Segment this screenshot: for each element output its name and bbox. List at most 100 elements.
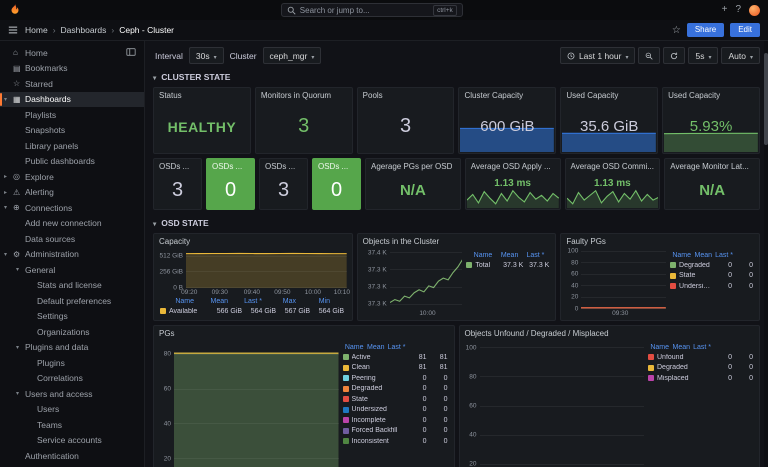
legend-header[interactable]: Mean [691, 252, 712, 259]
sidebar-item[interactable]: Teams [0, 417, 144, 433]
interval-dropdown[interactable]: 30s [189, 47, 224, 64]
legend-row[interactable]: Unfound 0 0 [648, 352, 753, 363]
legend-header[interactable]: Name [343, 344, 364, 351]
panel-title[interactable]: Agerage PGs per OSD [366, 159, 460, 171]
sidebar-item[interactable]: ▾ ⚙ Administration [0, 247, 144, 263]
search-input[interactable]: Search or jump to... ctrl+k [281, 3, 463, 17]
panel-title[interactable]: Average OSD Apply ... [466, 159, 560, 171]
legend-row[interactable]: Active 81 81 [343, 352, 448, 363]
legend-header[interactable]: Last * [712, 252, 733, 259]
panel-title[interactable]: Objects Unfound / Degraded / Misplaced [460, 326, 760, 338]
legend-row[interactable]: Forced Backfill 0 0 [343, 426, 448, 437]
legend-header[interactable]: Name [648, 344, 669, 351]
panel-title[interactable]: OSDs ... [313, 159, 360, 171]
sidebar-item[interactable]: Organizations [0, 324, 144, 340]
sidebar-item[interactable]: ☆ Starred [0, 76, 144, 92]
panel-title[interactable]: OSDs ... [260, 159, 307, 171]
legend-row[interactable]: Inconsistent 0 0 [343, 436, 448, 447]
panel-title[interactable]: Objects in the Cluster [358, 234, 556, 246]
panel-title[interactable]: Faulty PGs [561, 234, 759, 246]
legend-header[interactable]: Name [466, 252, 492, 259]
legend-header[interactable]: Max [262, 298, 296, 305]
legend-header[interactable]: Last * [690, 344, 711, 351]
scrollbar[interactable] [764, 41, 768, 467]
sidebar-item[interactable]: ▾ ▦ Dashboards [0, 92, 144, 108]
sidebar-item[interactable]: ▸ ⚠ Alerting [0, 185, 144, 201]
panel-title[interactable]: OSDs ... [154, 159, 201, 171]
breadcrumb-home[interactable]: Home [25, 25, 48, 35]
sidebar-item[interactable]: Correlations [0, 371, 144, 387]
panel-title[interactable]: Used Capacity [561, 88, 657, 100]
zoom-out-button[interactable] [638, 47, 660, 64]
dock-sidebar-icon[interactable] [126, 47, 136, 57]
refresh-button[interactable] [663, 47, 685, 64]
legend-header[interactable]: Mean [194, 298, 228, 305]
legend-header[interactable]: Last * [385, 344, 406, 351]
legend-header[interactable]: Mean [492, 252, 518, 259]
legend-row[interactable]: Undersized 0 0 [343, 405, 448, 416]
avatar[interactable] [749, 5, 760, 16]
panel-title[interactable]: Monitors in Quorum [256, 88, 352, 100]
legend-header[interactable]: Mean [669, 344, 690, 351]
plot-area[interactable] [174, 341, 339, 467]
sidebar-item[interactable]: Library panels [0, 138, 144, 154]
panel-title[interactable]: Average Monitor Lat... [665, 159, 759, 171]
sidebar-item[interactable]: Playlists [0, 107, 144, 123]
legend-row[interactable]: Incomplete 0 0 [343, 415, 448, 426]
plus-icon[interactable]: + [722, 5, 728, 15]
edit-button[interactable]: Edit [730, 23, 760, 37]
panel-title[interactable]: Capacity [154, 234, 352, 246]
sidebar-item[interactable]: ⌂ Home [0, 45, 144, 61]
sidebar-item[interactable]: ▾ Users and access [0, 386, 144, 402]
plot-area[interactable] [186, 249, 347, 288]
panel-title[interactable]: OSDs ... [207, 159, 254, 171]
sidebar-item[interactable]: Settings [0, 309, 144, 325]
legend-row[interactable]: State 0 0 [343, 394, 448, 405]
legend-header[interactable]: Min [296, 298, 330, 305]
time-range-picker[interactable]: Last 1 hour [560, 47, 636, 64]
legend-header[interactable]: Name [670, 252, 691, 259]
panel-title[interactable]: PGs [154, 326, 454, 338]
plot-area[interactable] [581, 249, 666, 309]
sidebar-item[interactable]: ▾ General [0, 262, 144, 278]
sidebar-item[interactable]: ▾ ⊕ Connections [0, 200, 144, 216]
sidebar-item[interactable]: Authentication [0, 448, 144, 464]
legend-header[interactable]: Mean [364, 344, 385, 351]
sidebar-item[interactable]: Default preferences [0, 293, 144, 309]
sidebar-item[interactable]: Public dashboards [0, 154, 144, 170]
row-osd-state[interactable]: OSD STATE [153, 218, 760, 228]
legend-row[interactable]: Clean 81 81 [343, 363, 448, 374]
panel-title[interactable]: Cluster Capacity [459, 88, 555, 100]
legend-header[interactable]: Last * [518, 252, 544, 259]
panel-title[interactable]: Pools [358, 88, 454, 100]
share-button[interactable]: Share [687, 23, 724, 37]
sidebar-item[interactable]: ▾ Plugins and data [0, 340, 144, 356]
auto-dropdown[interactable]: Auto [721, 47, 760, 64]
refresh-interval-dropdown[interactable]: 5s [688, 47, 718, 64]
plot-area[interactable] [480, 341, 645, 467]
sidebar-item[interactable]: ▤ Bookmarks [0, 61, 144, 77]
sidebar-item[interactable]: Add new connection [0, 216, 144, 232]
legend-row[interactable]: State 0 0 [670, 271, 753, 282]
sidebar-item[interactable]: Users [0, 402, 144, 418]
sidebar-item[interactable]: Stats and license [0, 278, 144, 294]
cluster-dropdown[interactable]: ceph_mgr [263, 47, 322, 64]
legend-row[interactable]: Degraded 0 0 [670, 260, 753, 271]
row-cluster-state[interactable]: CLUSTER STATE [153, 72, 760, 82]
plot-area[interactable] [390, 249, 463, 309]
legend-header[interactable]: Name [160, 298, 194, 305]
panel-title[interactable]: Status [154, 88, 250, 100]
legend-header[interactable]: Last * [228, 298, 262, 305]
scrollbar-thumb[interactable] [764, 53, 768, 145]
panel-title[interactable]: Used Capacity [663, 88, 759, 100]
sidebar-item[interactable]: Data sources [0, 231, 144, 247]
legend-row[interactable]: Available 566 GiB 564 GiB 567 GiB 564 Gi… [160, 306, 343, 316]
grafana-logo[interactable] [8, 3, 22, 17]
sidebar-item[interactable]: Service accounts [0, 433, 144, 449]
legend-row[interactable]: Undersized 0 0 [670, 281, 753, 292]
panel-title[interactable]: Average OSD Commi... [566, 159, 660, 171]
breadcrumb-dashboards[interactable]: Dashboards [61, 25, 107, 35]
legend-row[interactable]: Misplaced 0 0 [648, 373, 753, 384]
star-icon[interactable] [672, 25, 681, 36]
sidebar-item[interactable]: Snapshots [0, 123, 144, 139]
